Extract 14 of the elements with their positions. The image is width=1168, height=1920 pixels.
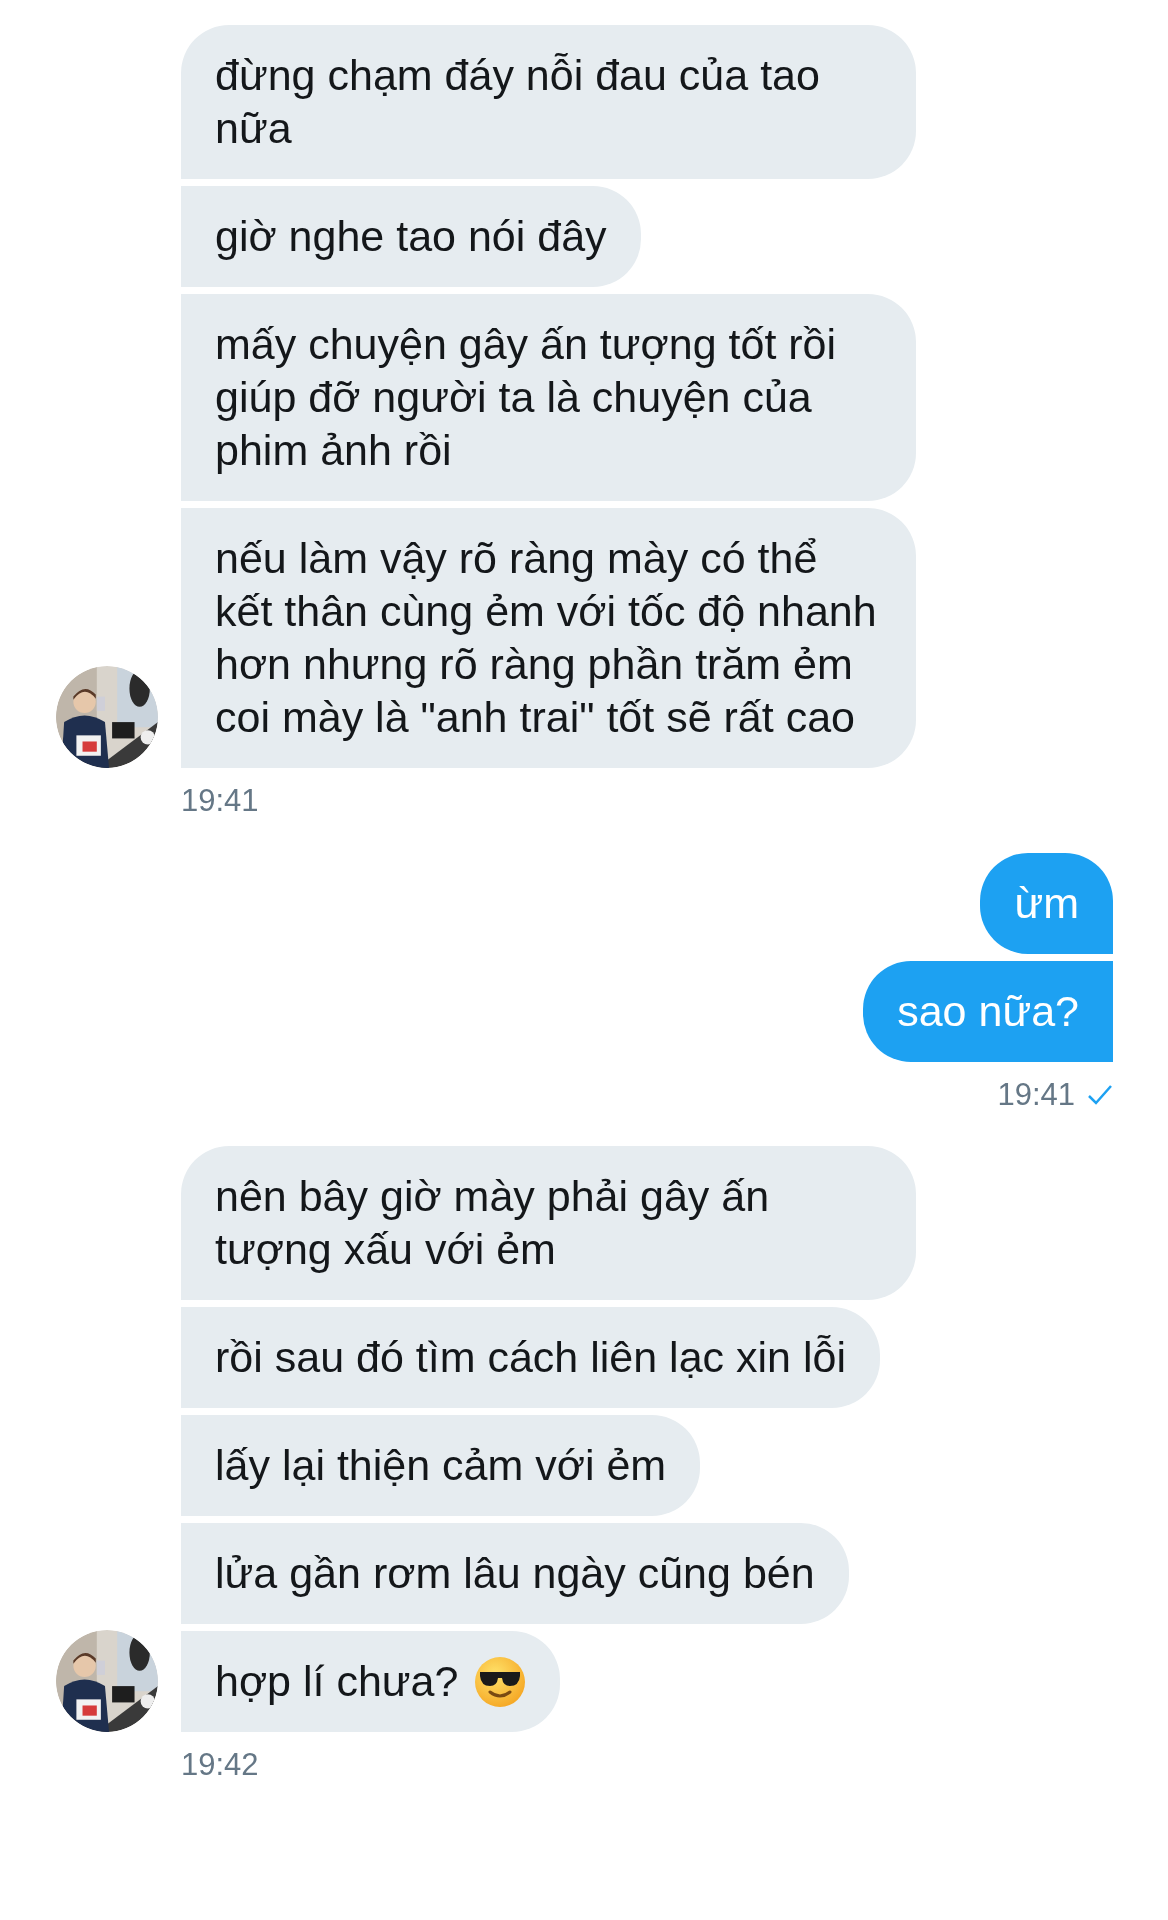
timestamp: 19:41 [997, 1075, 1075, 1114]
timestamp: 19:42 [181, 1746, 259, 1784]
message-text: giờ nghe tao nói đây [215, 211, 607, 262]
message-text: lấy lại thiện cảm với ẻm [215, 1440, 667, 1491]
message-text: sao nữa? [897, 985, 1079, 1037]
message-text: mấy chuyện gây ấn tượng tốt rồi giúp đỡ người ta là chuyện của phim ảnh rồi [215, 319, 838, 476]
message-text: rồi sau đó tìm cách liên lạc xin lỗi [215, 1332, 846, 1383]
message-text: lửa gần rơm lâu ngày cũng bén [215, 1548, 815, 1599]
message-text: hợp lí chưa? [215, 1656, 459, 1707]
message-text: đừng chạm đáy nỗi đau của tao nữa [215, 50, 821, 154]
timestamp: 19:41 [181, 782, 259, 820]
message-text: ừm [1014, 877, 1079, 929]
message-text: nên bây giờ mày phải gây ấn tượng xấu với ẻm [215, 1171, 771, 1275]
message-text: nếu làm vậy rõ ràng mày có thể kết thân cùng ẻm với tốc độ nhanh hơn nhưng rõ ràng phần trăm ẻm coi mày là "anh trai" tốt sẽ rất cao [215, 533, 878, 743]
